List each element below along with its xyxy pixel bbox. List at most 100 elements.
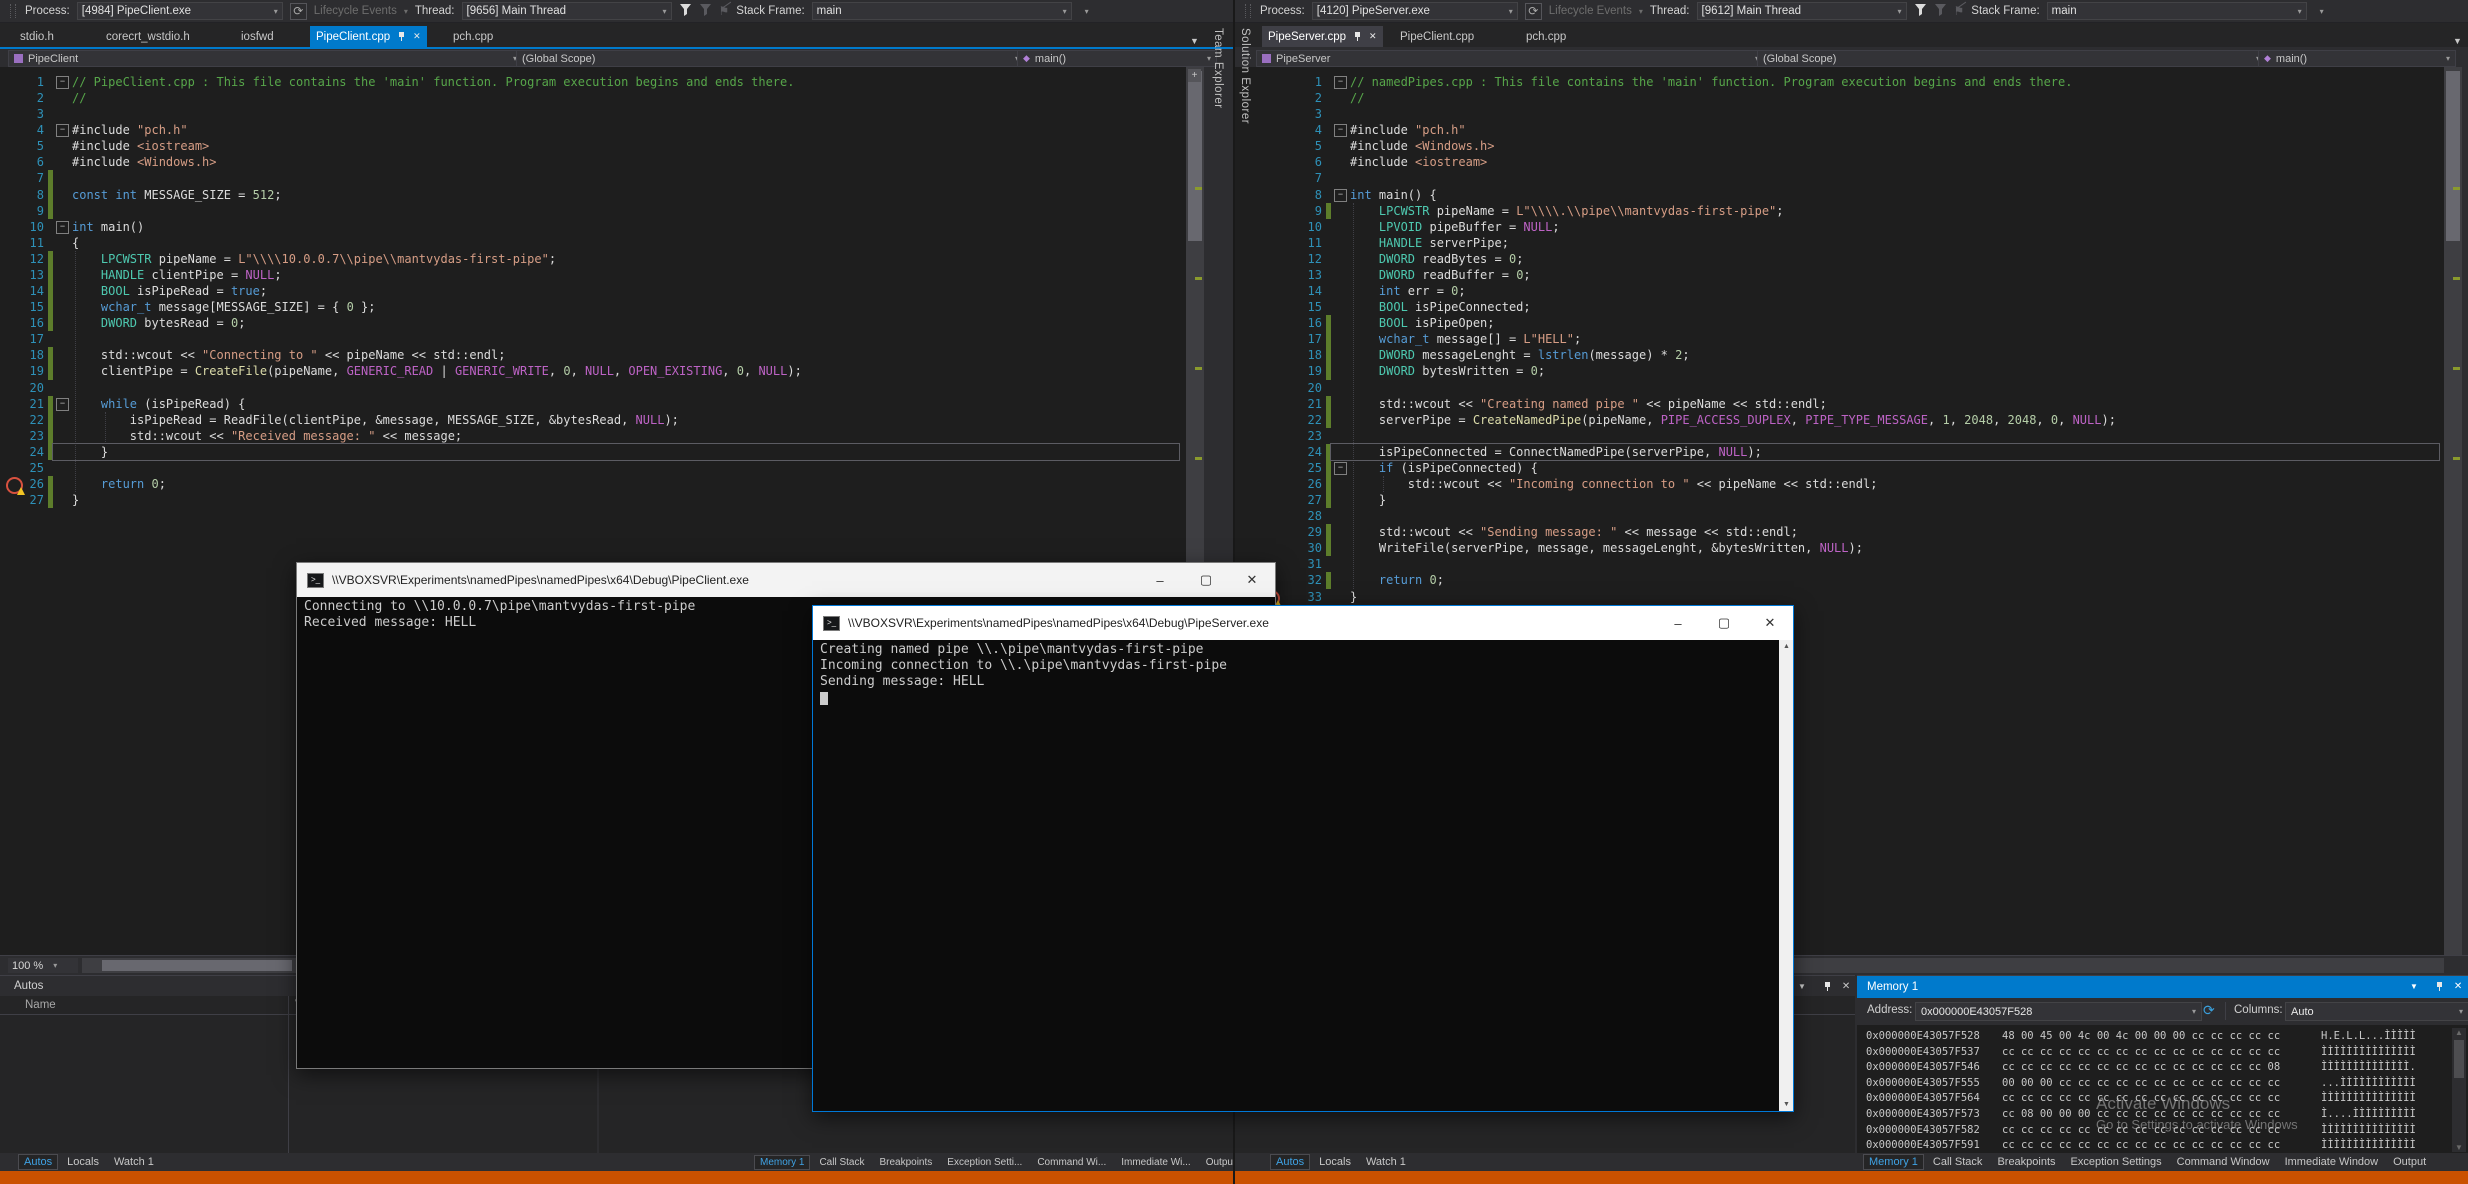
code-line[interactable]: DWORD bytesWritten = 0; — [1350, 363, 1545, 379]
code-line[interactable]: std::wcout << "Received message: " << me… — [72, 428, 462, 444]
panel-dropdown-icon[interactable]: ▼ — [1798, 982, 1806, 991]
tab-pch-cpp[interactable]: pch.cpp — [1520, 26, 1572, 47]
code-line[interactable]: serverPipe = CreateNamedPipe(pipeName, P… — [1350, 412, 2116, 428]
pin-icon[interactable] — [1823, 982, 1832, 991]
dock-tab-call-stack[interactable]: Call Stack — [1927, 1154, 1989, 1170]
code-line[interactable]: return 0; — [1350, 572, 1444, 588]
code-line[interactable]: while (isPipeRead) { — [72, 396, 245, 412]
lifecycle-icon[interactable]: ⟳ — [290, 3, 307, 20]
console-output[interactable]: Creating named pipe \\.\pipe\mantvydas-f… — [813, 640, 1779, 1111]
code-line[interactable]: LPVOID pipeBuffer = NULL; — [1350, 219, 1560, 235]
close-icon[interactable]: ✕ — [2454, 981, 2462, 992]
dock-tab-command-window[interactable]: Command Window — [2171, 1154, 2276, 1170]
dock-tab-memory-1[interactable]: Memory 1 — [1863, 1154, 1924, 1170]
code-line[interactable]: return 0; — [72, 476, 166, 492]
code-line[interactable]: DWORD messageLenght = lstrlen(message) *… — [1350, 347, 1690, 363]
dock-tab-locals[interactable]: Locals — [1313, 1154, 1357, 1170]
code-line[interactable]: #include "pch.h" — [1350, 122, 1466, 138]
columns-combo[interactable]: Auto▾ — [2285, 1002, 2468, 1021]
code-line[interactable]: DWORD bytesRead = 0; — [72, 315, 245, 331]
process-combo[interactable]: [4984] PipeClient.exe▾ — [77, 2, 283, 20]
console-titlebar[interactable]: >_ \\VBOXSVR\Experiments\namedPipes\name… — [813, 606, 1793, 640]
autos-col-name[interactable]: Name — [25, 996, 56, 1014]
dock-tab-watch-1[interactable]: Watch 1 — [1360, 1154, 1412, 1170]
code-line[interactable]: DWORD readBytes = 0; — [1350, 251, 1523, 267]
code-line[interactable]: HANDLE serverPipe; — [1350, 235, 1509, 251]
column-divider[interactable] — [288, 996, 289, 1154]
zoom-combo[interactable]: 100 %▾ — [8, 958, 78, 973]
code-line[interactable]: std::wcout << "Sending message: " << mes… — [1350, 524, 1798, 540]
code-line[interactable]: wchar_t message[] = L"HELL"; — [1350, 331, 1581, 347]
dock-tab-locals[interactable]: Locals — [61, 1154, 105, 1170]
scrollbar-thumb[interactable] — [1188, 71, 1202, 241]
dock-tab-breakpoints[interactable]: Breakpoints — [1991, 1154, 2061, 1170]
memory-scrollbar[interactable]: ▲▼ — [2452, 1028, 2466, 1152]
fold-toggle[interactable]: − — [1334, 462, 1347, 475]
code-line[interactable]: #include <Windows.h> — [1350, 138, 1495, 154]
code-line[interactable]: int main() — [72, 219, 144, 235]
tab-pipeclient-cpp[interactable]: PipeClient.cpp✕ — [310, 26, 427, 47]
minimize-button[interactable]: – — [1655, 606, 1701, 640]
code-line[interactable]: #include <iostream> — [1350, 154, 1487, 170]
toolbar-grip[interactable] — [1245, 4, 1251, 18]
code-line[interactable]: isPipeConnected = ConnectNamedPipe(serve… — [1350, 444, 1762, 460]
code-line[interactable]: std::wcout << "Incoming connection to " … — [1350, 476, 1877, 492]
dock-tab-watch-1[interactable]: Watch 1 — [108, 1154, 160, 1170]
address-combo[interactable]: 0x000000E43057F528▾ — [1915, 1002, 2202, 1021]
lifecycle-events-button[interactable]: Lifecycle Events — [314, 5, 397, 17]
code-line[interactable]: wchar_t message[MESSAGE_SIZE] = { 0 }; — [72, 299, 375, 315]
suppress-flag-icon[interactable]: ⚑ — [719, 4, 730, 18]
lifecycle-events-button[interactable]: Lifecycle Events — [1549, 5, 1632, 17]
dock-tab-exception-settings[interactable]: Exception Settings — [2065, 1154, 2168, 1170]
code-line[interactable]: DWORD readBuffer = 0; — [1350, 267, 1531, 283]
console-titlebar[interactable]: >_ \\VBOXSVR\Experiments\namedPipes\name… — [297, 563, 1275, 597]
tab-pch-cpp[interactable]: pch.cpp — [447, 26, 499, 47]
code-line[interactable]: BOOL isPipeOpen; — [1350, 315, 1495, 331]
fold-toggle[interactable]: − — [56, 221, 69, 234]
tab-iosfwd[interactable]: iosfwd — [235, 26, 280, 47]
code-line[interactable]: #include <iostream> — [72, 138, 209, 154]
close-button[interactable]: ✕ — [1229, 563, 1275, 597]
code-line[interactable]: LPCWSTR pipeName = L"\\\\.\\pipe\\mantvy… — [1350, 203, 1784, 219]
code-line[interactable]: } — [72, 492, 79, 508]
code-line[interactable]: isPipeRead = ReadFile(clientPipe, &messa… — [72, 412, 679, 428]
close-button[interactable]: ✕ — [1747, 606, 1793, 640]
dock-tab-autos[interactable]: Autos — [18, 1154, 58, 1170]
code-line[interactable]: BOOL isPipeRead = true; — [72, 283, 267, 299]
code-line[interactable]: #include <Windows.h> — [72, 154, 217, 170]
dock-tab-output[interactable]: Output — [2387, 1154, 2432, 1170]
close-icon[interactable]: ✕ — [1369, 31, 1377, 42]
lifecycle-icon[interactable]: ⟳ — [1525, 3, 1542, 20]
editor-vscrollbar[interactable] — [2444, 67, 2462, 955]
code-line[interactable]: // — [72, 90, 86, 106]
code-line[interactable]: int main() { — [1350, 187, 1437, 203]
scope-combo[interactable]: (Global Scope)▾ — [1757, 50, 2266, 67]
scrollbar-thumb[interactable] — [2446, 71, 2460, 241]
code-line[interactable]: std::wcout << "Connecting to " << pipeNa… — [72, 347, 505, 363]
tab-stdio-h[interactable]: stdio.h — [14, 26, 60, 47]
code-line[interactable]: BOOL isPipeConnected; — [1350, 299, 1531, 315]
scope-combo[interactable]: (Global Scope)▾ — [516, 50, 1025, 67]
thread-combo[interactable]: [9612] Main Thread▾ — [1697, 2, 1907, 20]
thread-combo[interactable]: [9656] Main Thread▾ — [462, 2, 672, 20]
pin-icon[interactable] — [397, 32, 406, 41]
dock-tab-autos[interactable]: Autos — [1270, 1154, 1310, 1170]
fold-toggle[interactable]: − — [56, 76, 69, 89]
maximize-button[interactable]: ▢ — [1183, 563, 1229, 597]
scroll-down-icon[interactable]: ▼ — [1783, 1101, 1790, 1108]
stack-frame-combo[interactable]: main▾ — [2047, 2, 2307, 20]
filter-flagged-icon[interactable] — [1934, 3, 1947, 19]
code-line[interactable]: } — [1350, 589, 1357, 605]
code-line[interactable]: // PipeClient.cpp : This file contains t… — [72, 74, 794, 90]
lifecycle-dropdown-icon[interactable]: ▾ — [1639, 7, 1643, 16]
dock-tab-memory-1[interactable]: Memory 1 — [754, 1155, 810, 1170]
fold-toggle[interactable]: − — [56, 124, 69, 137]
filter-threads-icon[interactable] — [1914, 3, 1927, 19]
toolbar-overflow-icon[interactable]: ▾ — [2320, 7, 2324, 16]
split-handle-icon[interactable]: + — [1188, 69, 1201, 82]
code-line[interactable]: HANDLE clientPipe = NULL; — [72, 267, 282, 283]
code-line[interactable]: } — [1350, 492, 1386, 508]
filter-flagged-icon[interactable] — [699, 3, 712, 19]
suppress-flag-icon[interactable]: ⚑ — [1954, 4, 1965, 18]
project-combo[interactable]: PipeClient▾ — [8, 50, 523, 67]
